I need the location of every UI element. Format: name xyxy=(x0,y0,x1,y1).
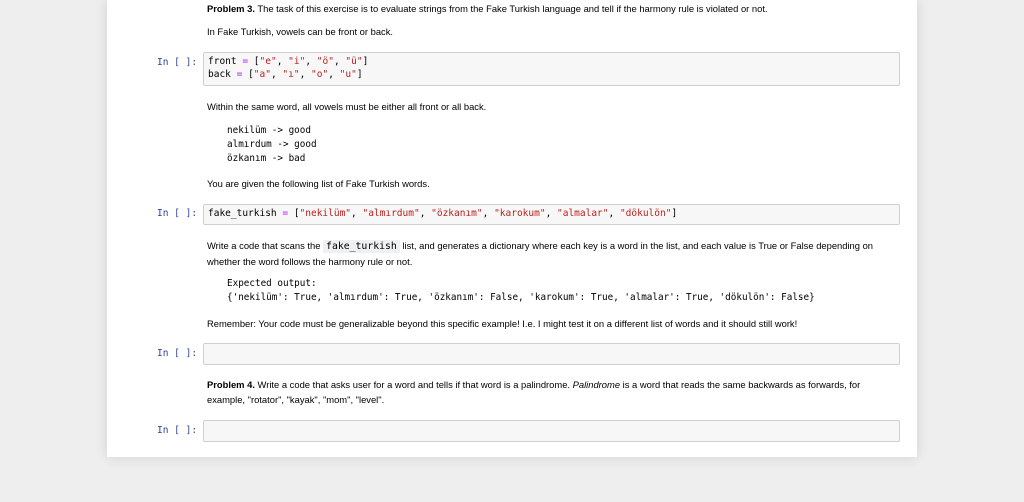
back-bracket: ] xyxy=(356,68,363,80)
back-comma: , xyxy=(328,68,340,80)
remember-text: Remember: Your code must be generalizabl… xyxy=(207,318,798,329)
fake-turkish-string: "dökulön" xyxy=(619,208,672,219)
problem3-intro: Problem 3. The task of this exercise is … xyxy=(207,1,768,16)
fake-turkish-string: "karokum" xyxy=(494,208,546,219)
front-comma: , xyxy=(333,56,346,67)
back-bracket: [ xyxy=(242,68,254,80)
cell3-code-input[interactable] xyxy=(203,343,900,365)
fake-turkish-string: "özkanım" xyxy=(431,208,483,219)
vowels-text: In Fake Turkish, vowels can be front or … xyxy=(207,26,394,37)
front-bracket: ] xyxy=(362,56,369,67)
back-string: "o" xyxy=(311,68,329,80)
rule-text: Within the same word, all vowels must be… xyxy=(207,101,487,112)
cell1-prompt: In [ ]: xyxy=(157,57,198,68)
front-bracket: [ xyxy=(248,56,260,67)
given-text: You are given the following list of Fake… xyxy=(207,178,430,189)
problem4-heading: Problem 4. xyxy=(207,379,255,390)
cell4-code-input[interactable] xyxy=(203,420,900,442)
problem4-text: Problem 4. Write a code that asks user f… xyxy=(207,377,897,407)
cell3-prompt: In [ ]: xyxy=(157,348,198,359)
front-comma: , xyxy=(305,56,317,67)
front-comma: , xyxy=(276,56,289,67)
problem4-text-before: Write a code that asks user for a word a… xyxy=(254,379,573,390)
fake-turkish-string: "almalar" xyxy=(557,208,609,219)
fake-turkish-comma: , xyxy=(351,208,363,219)
fake-turkish-bracket: [ xyxy=(288,208,300,219)
fake-turkish-comma: , xyxy=(482,208,495,219)
cell4-prompt: In [ ]: xyxy=(157,425,198,436)
fake-turkish-comma: , xyxy=(419,208,432,219)
fake-turkish-var: fake_turkish xyxy=(208,208,283,219)
front-string: "e" xyxy=(259,56,277,67)
cell1-code-input[interactable]: front = ["e", "i", "ö", "ü"] back = ["a"… xyxy=(203,52,900,86)
expected-label: Expected output: xyxy=(227,278,317,289)
problem3-intro-text: The task of this exercise is to evaluate… xyxy=(254,3,768,14)
fake-turkish-bracket: ] xyxy=(671,208,678,219)
back-string: "a" xyxy=(253,68,271,80)
cell2-code-input[interactable]: fake_turkish = ["nekilüm", "almırdum", "… xyxy=(203,204,900,225)
fake-turkish-comma: , xyxy=(608,208,620,219)
back-var: back xyxy=(208,68,237,80)
cell2-prompt: In [ ]: xyxy=(157,208,198,219)
front-string: "ö" xyxy=(316,56,334,67)
fake-turkish-string: "almırdum" xyxy=(362,208,420,219)
palindrome-italic: Palindrome xyxy=(572,379,621,390)
code-line-fake-turkish: fake_turkish = ["nekilüm", "almırdum", "… xyxy=(208,208,677,219)
task-text: Write a code that scans the fake_turkish… xyxy=(207,238,897,269)
example-1: nekilüm -> good xyxy=(227,125,311,136)
problem3-heading: Problem 3. xyxy=(207,3,255,14)
front-var: front xyxy=(208,56,243,67)
expected-value: {'nekilüm': True, 'almırdum': True, 'özk… xyxy=(227,292,815,303)
front-string: "ü" xyxy=(345,56,363,67)
back-string: "ı" xyxy=(282,68,300,80)
fake-turkish-string: "nekilüm" xyxy=(299,208,352,219)
fake-turkish-comma: , xyxy=(545,208,558,219)
example-3: özkanım -> bad xyxy=(227,153,306,164)
inline-code-fake-turkish: fake_turkish xyxy=(323,240,400,253)
front-string: "i" xyxy=(288,56,306,67)
back-comma: , xyxy=(270,68,283,80)
task-text-before: Write a code that scans the xyxy=(207,240,324,251)
back-string: "u" xyxy=(339,68,357,80)
code-line-back: back = ["a", "ı", "o", "u"] xyxy=(208,69,363,80)
example-2: almırdum -> good xyxy=(227,139,317,150)
code-line-front: front = ["e", "i", "ö", "ü"] xyxy=(208,56,368,67)
back-comma: , xyxy=(299,68,312,80)
